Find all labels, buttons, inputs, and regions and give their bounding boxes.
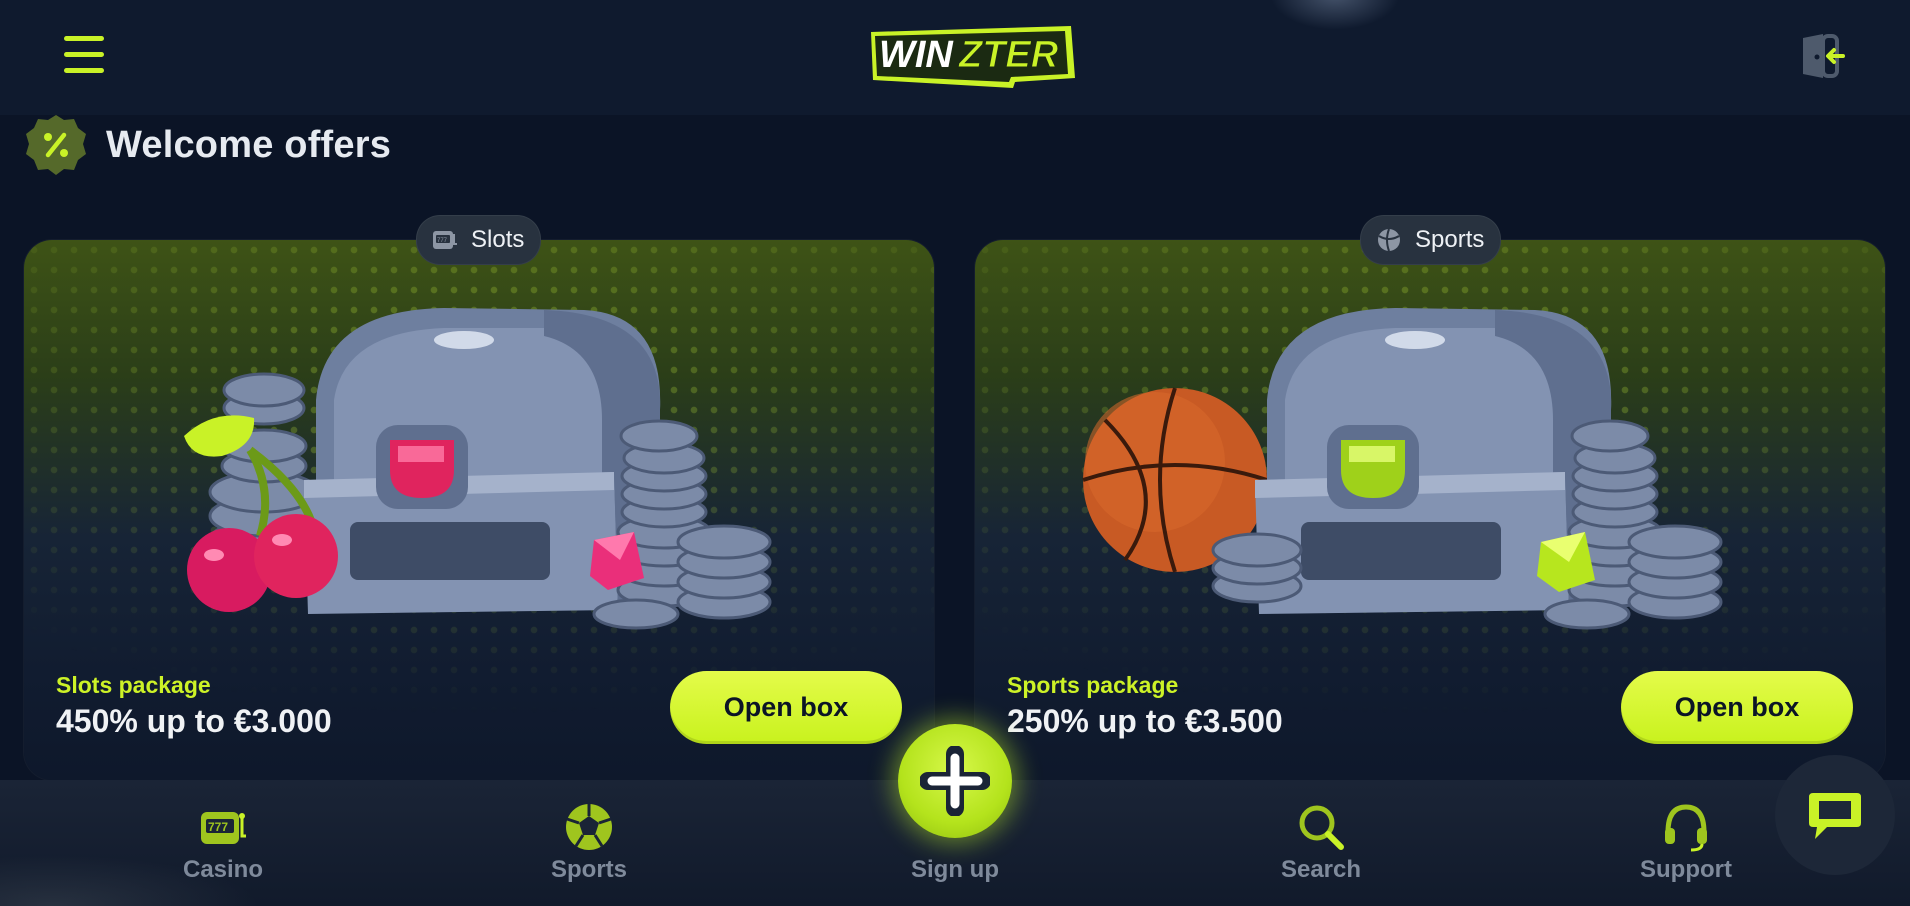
logout-icon[interactable] xyxy=(1795,30,1847,82)
sign-up-button[interactable] xyxy=(898,724,1012,838)
nav-item-sports[interactable]: Sports xyxy=(509,780,669,906)
open-box-button-sports[interactable]: Open box xyxy=(1621,671,1853,744)
search-icon xyxy=(1299,805,1344,850)
soccer-ball-icon xyxy=(566,804,612,850)
sports-chest-illustration xyxy=(1082,308,1723,630)
top-header: WIN ZTER xyxy=(0,0,1910,115)
ball-icon xyxy=(1378,228,1400,252)
nav-item-search[interactable]: Search xyxy=(1241,780,1401,906)
offer-package-label: Slots package xyxy=(56,672,211,698)
logo-text-win: WIN xyxy=(879,34,954,76)
hamburger-icon-bar xyxy=(64,52,104,57)
offer-package-label: Sports package xyxy=(1007,672,1179,698)
section-title: Welcome offers xyxy=(106,123,392,166)
offer-tag-label: Sports xyxy=(1415,226,1485,253)
corner-glow xyxy=(0,855,260,906)
chat-bubble-icon xyxy=(1809,793,1861,839)
slot-777-icon: 777 xyxy=(201,812,246,844)
open-box-button-slots[interactable]: Open box xyxy=(670,671,902,744)
offer-card-sports[interactable]: Sports package 250% up to €3.500 Open bo… xyxy=(975,240,1885,780)
headset-icon xyxy=(1665,804,1707,852)
menu-button[interactable] xyxy=(62,34,108,74)
plus-icon xyxy=(920,746,990,816)
svg-text:777: 777 xyxy=(208,820,228,834)
hamburger-icon-bar xyxy=(64,68,104,73)
winzter-logo[interactable]: WIN ZTER xyxy=(865,22,1077,90)
slots-chest-illustration xyxy=(184,308,772,630)
offer-card-slots[interactable]: Slots package 450% up to €3.000 Open box xyxy=(24,240,934,780)
welcome-offers-header: Welcome offers xyxy=(24,115,391,175)
sign-up-label: Sign up xyxy=(911,856,999,883)
svg-text:777: 777 xyxy=(437,238,448,244)
chat-button[interactable] xyxy=(1775,755,1895,875)
header-glow xyxy=(1270,0,1400,30)
nav-item-label: Support xyxy=(1640,856,1732,883)
offer-package-value: 250% up to €3.500 xyxy=(1007,703,1283,739)
offer-package-value: 450% up to €3.000 xyxy=(56,703,332,739)
offer-tag-label: Slots xyxy=(471,226,525,253)
nav-item-label: Search xyxy=(1280,856,1362,883)
nav-item-label: Sports xyxy=(550,856,627,883)
percent-badge-icon xyxy=(26,115,86,175)
nav-item-support[interactable]: Support xyxy=(1606,780,1766,906)
hamburger-icon xyxy=(64,36,104,41)
offer-tag-sports: Sports xyxy=(1360,215,1502,265)
offer-tag-slots: 777 Slots xyxy=(416,215,542,265)
slot-machine-icon: 777 xyxy=(433,231,457,249)
logo-text-zter: ZTER xyxy=(958,34,1059,76)
